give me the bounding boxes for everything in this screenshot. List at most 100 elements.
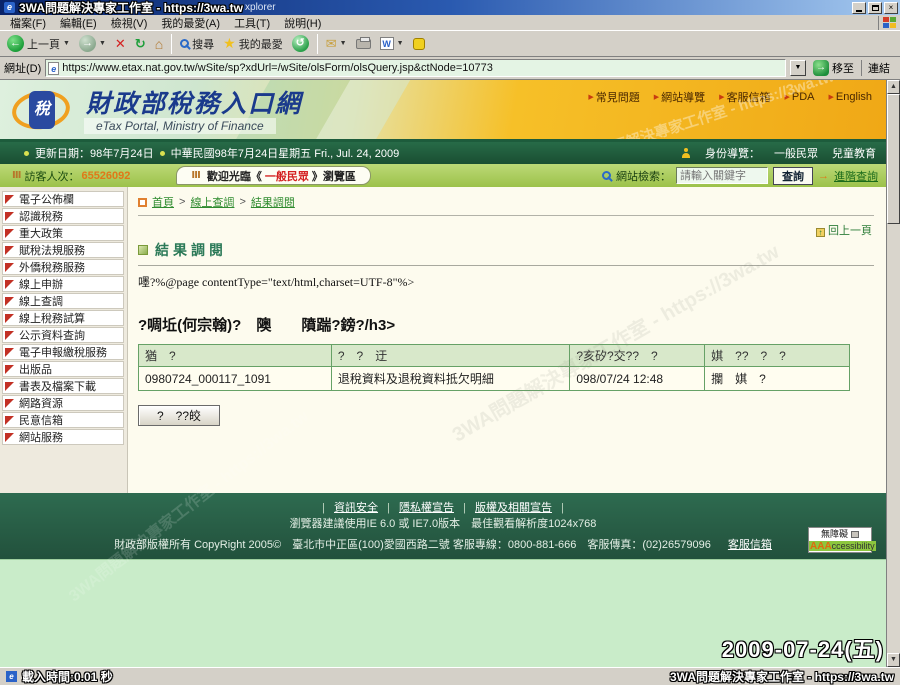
messenger-button[interactable]	[410, 37, 428, 51]
sidebar-item-public-data[interactable]: 公示資料查詢	[2, 327, 124, 343]
etax-logo[interactable]: 稅	[12, 87, 76, 133]
red-flag-icon	[5, 416, 14, 425]
go-button[interactable]: → 移至	[810, 59, 857, 77]
scroll-up-icon[interactable]: ▲	[887, 80, 900, 94]
accessibility-word: ccessibility	[832, 541, 875, 551]
bars-icon: Ⅲ	[191, 170, 200, 181]
footer-link-privacy[interactable]: 隱私權宣告	[399, 502, 454, 514]
sidebar-item-label: 外僑稅務服務	[19, 259, 85, 275]
favorites-button[interactable]: ★ 我的最愛	[220, 34, 286, 53]
star-icon: ★	[223, 35, 236, 52]
link-english[interactable]: English	[829, 89, 872, 105]
links-menu[interactable]: 連結	[861, 60, 896, 76]
scrollbar-track[interactable]	[887, 224, 900, 653]
menu-bar: 檔案(F) 編輯(E) 檢視(V) 我的最愛(A) 工具(T) 說明(H)	[0, 15, 900, 31]
close-button[interactable]: ×	[884, 2, 898, 14]
link-faq[interactable]: 常見問題	[588, 89, 639, 105]
red-flag-icon	[5, 433, 14, 442]
windows-flag-icon	[878, 16, 896, 30]
identity-general-public[interactable]: 一般民眾	[774, 145, 818, 161]
garbled-jsp-text: 嚜?%@page contentType="text/html,charset=…	[138, 273, 874, 290]
scrollbar-thumb[interactable]	[887, 94, 900, 224]
cell-query-name: 退稅資料及退稅資料抵欠明細	[331, 367, 569, 391]
back-icon: ←	[7, 35, 24, 52]
back-dropdown-icon[interactable]: ▼	[63, 40, 70, 47]
address-url: https://www.etax.nat.gov.tw/wSite/sp?xdU…	[62, 62, 493, 74]
link-service-mail[interactable]: 客服信箱	[719, 89, 770, 105]
forward-dropdown-icon[interactable]: ▼	[99, 40, 106, 47]
breadcrumb-home[interactable]: 首頁	[152, 194, 174, 210]
sidebar-item-tax-law[interactable]: 賦稅法規服務	[2, 242, 124, 258]
page-body: 電子公佈欄 認識稅務 重大政策 賦稅法規服務 外僑稅務服務 線上申辦 線上查調 …	[0, 187, 886, 493]
scroll-down-icon[interactable]: ▼	[887, 653, 900, 667]
identity-children-education[interactable]: 兒童教育	[832, 145, 876, 161]
sidebar-item-web-resources[interactable]: 網路資源	[2, 395, 124, 411]
footer-separator: |	[322, 502, 325, 514]
advanced-search-link[interactable]: 進階查詢	[834, 168, 878, 184]
vertical-scrollbar[interactable]: ▲ ▼	[886, 80, 900, 667]
date-overlay: 2009-07-24(五)	[722, 632, 884, 664]
breadcrumb-result[interactable]: 結果調閱	[251, 194, 295, 210]
sidebar-item-opinion-mailbox[interactable]: 民意信箱	[2, 412, 124, 428]
address-input[interactable]: e https://www.etax.nat.gov.tw/wSite/sp?x…	[45, 59, 786, 77]
edit-button[interactable]: W ▼	[377, 36, 407, 51]
link-pda[interactable]: PDA	[785, 89, 815, 105]
mail-button[interactable]: ✉ ▼	[323, 35, 350, 53]
stop-button[interactable]: ✕	[112, 35, 129, 53]
cell-query-id[interactable]: 0980724_000117_1091	[139, 367, 332, 391]
edit-dropdown-icon[interactable]: ▼	[397, 40, 404, 47]
sidebar-item-site-service[interactable]: 網站服務	[2, 429, 124, 445]
col-header-name: ? ? 迂	[331, 345, 569, 367]
sidebar-item-know-tax[interactable]: 認識稅務	[2, 208, 124, 224]
main-content: 首頁 線上查調 結果調閱 ↑回上一頁 結果調閱 嚜?%@page cont	[128, 187, 886, 493]
history-button[interactable]: ↺	[289, 34, 312, 53]
download-button[interactable]: ? ??皎	[138, 405, 220, 426]
menu-help[interactable]: 說明(H)	[278, 14, 327, 32]
menu-edit[interactable]: 編輯(E)	[54, 14, 103, 32]
menu-tools[interactable]: 工具(T)	[228, 14, 276, 32]
site-search-label: 網站檢索：	[616, 168, 671, 184]
footer-link-copyright-notice[interactable]: 版權及相關宣告	[475, 502, 552, 514]
minimize-button[interactable]	[852, 2, 866, 14]
back-to-previous-link[interactable]: ↑回上一頁	[816, 225, 872, 237]
sidebar-item-tax-trial[interactable]: 線上稅務試算	[2, 310, 124, 326]
sidebar-item-e-bulletin[interactable]: 電子公佈欄	[2, 191, 124, 207]
breadcrumb-online-query[interactable]: 線上查調	[190, 194, 234, 210]
sidebar-item-foreigner-tax[interactable]: 外僑稅務服務	[2, 259, 124, 275]
sidebar-item-major-policy[interactable]: 重大政策	[2, 225, 124, 241]
site-search-input[interactable]	[676, 167, 768, 184]
date-bar: 更新日期：98年7月24日 中華民國98年7月24日星期五 Fri., Jul.…	[0, 142, 886, 164]
ie-logo-icon: e	[4, 2, 15, 13]
site-search-button[interactable]: 查詢	[773, 167, 813, 185]
sidebar-item-label: 電子公佈欄	[19, 191, 74, 207]
footer-link-security[interactable]: 資訊安全	[334, 502, 378, 514]
stop-icon: ✕	[115, 36, 126, 52]
sidebar-item-online-apply[interactable]: 線上申辦	[2, 276, 124, 292]
menu-view[interactable]: 檢視(V)	[105, 14, 154, 32]
link-sitemap[interactable]: 網站導覽	[654, 89, 705, 105]
accessibility-badge[interactable]: 無障礙 AAAccessibility	[808, 527, 872, 553]
red-flag-icon	[5, 348, 14, 357]
menu-file[interactable]: 檔案(F)	[4, 14, 52, 32]
bullet-icon	[160, 151, 165, 156]
restore-button[interactable]	[868, 2, 882, 14]
red-flag-icon	[5, 314, 14, 323]
sidebar-item-downloads[interactable]: 書表及檔案下載	[2, 378, 124, 394]
footer-service-mailbox-link[interactable]: 客服信箱	[728, 539, 772, 551]
home-button[interactable]: ⌂	[152, 35, 166, 53]
col-header-id: 猶 ?	[139, 345, 332, 367]
back-button[interactable]: ← 上一頁 ▼	[4, 34, 73, 53]
red-flag-icon	[5, 297, 14, 306]
sidebar-item-online-query[interactable]: 線上查調	[2, 293, 124, 309]
sidebar-item-e-filing[interactable]: 電子申報繳稅服務	[2, 344, 124, 360]
red-flag-icon	[5, 399, 14, 408]
sidebar-item-publications[interactable]: 出版品	[2, 361, 124, 377]
mail-dropdown-icon[interactable]: ▼	[340, 40, 347, 47]
refresh-button[interactable]: ↻	[132, 35, 149, 53]
section-title-icon	[138, 245, 148, 255]
address-dropdown-icon[interactable]: ▼	[790, 60, 806, 76]
menu-favorites[interactable]: 我的最愛(A)	[155, 14, 226, 32]
search-button-toolbar[interactable]: 搜尋	[177, 35, 217, 53]
forward-button[interactable]: → ▼	[76, 34, 109, 53]
print-button[interactable]	[353, 38, 374, 50]
